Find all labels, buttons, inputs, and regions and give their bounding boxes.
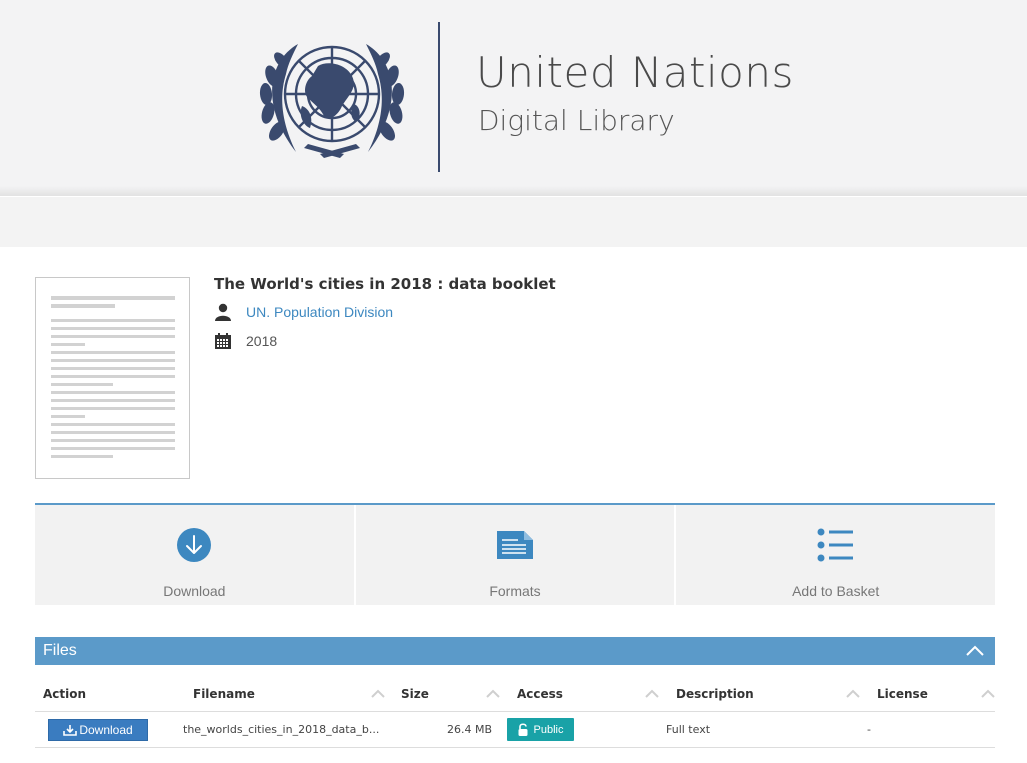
download-file-label: Download bbox=[79, 723, 133, 737]
sort-arrow-icon[interactable] bbox=[846, 688, 860, 698]
record-title: The World's cities in 2018 : data bookle… bbox=[214, 275, 556, 293]
file-license: - bbox=[867, 723, 871, 736]
access-label: Public bbox=[533, 723, 564, 736]
column-header-size[interactable]: Size bbox=[401, 687, 429, 701]
header-shadow bbox=[0, 186, 1027, 196]
files-section-header[interactable]: Files bbox=[35, 637, 995, 665]
record-thumbnail[interactable] bbox=[35, 277, 190, 479]
un-emblem-icon[interactable] bbox=[258, 36, 406, 158]
formats-action[interactable]: Formats bbox=[356, 505, 677, 605]
download-icon bbox=[63, 725, 78, 736]
file-size: 26.4 MB bbox=[447, 723, 493, 736]
file-name[interactable]: the_worlds_cities_in_2018_data_b... bbox=[183, 723, 379, 736]
files-table-header: Action Filename Size Access Description … bbox=[35, 682, 995, 712]
record-year: 2018 bbox=[246, 333, 278, 349]
download-action-label: Download bbox=[163, 583, 226, 599]
document-icon bbox=[497, 531, 533, 559]
table-row: Download the_worlds_cities_in_2018_data_… bbox=[35, 713, 995, 748]
site-header: United Nations Digital Library bbox=[0, 0, 1027, 196]
list-icon bbox=[817, 528, 853, 562]
sort-arrow-icon[interactable] bbox=[486, 688, 500, 698]
header-divider bbox=[438, 22, 440, 172]
column-header-filename[interactable]: Filename bbox=[193, 687, 255, 701]
chevron-up-icon[interactable] bbox=[965, 641, 985, 661]
author-link[interactable]: UN. Population Division bbox=[246, 304, 393, 320]
column-header-access[interactable]: Access bbox=[517, 687, 563, 701]
brand-subtitle: Digital Library bbox=[478, 104, 675, 137]
download-file-button[interactable]: Download bbox=[48, 719, 148, 741]
column-header-license[interactable]: License bbox=[877, 687, 928, 701]
sort-arrow-icon[interactable] bbox=[371, 688, 385, 698]
access-public-badge: Public bbox=[507, 718, 574, 741]
person-icon bbox=[215, 303, 231, 321]
file-description: Full text bbox=[666, 723, 711, 736]
column-header-action: Action bbox=[43, 687, 87, 701]
files-section-title: Files bbox=[43, 642, 77, 659]
column-header-description[interactable]: Description bbox=[676, 687, 754, 701]
record-author-row: UN. Population Division bbox=[214, 303, 393, 321]
download-action[interactable]: Download bbox=[35, 505, 356, 605]
navigation-band bbox=[0, 197, 1027, 247]
formats-action-label: Formats bbox=[489, 583, 541, 599]
record-year-row: 2018 bbox=[214, 332, 277, 350]
calendar-icon bbox=[215, 333, 231, 349]
brand-title: United Nations bbox=[476, 48, 794, 97]
download-circle-icon bbox=[177, 528, 212, 562]
add-to-basket-label: Add to Basket bbox=[792, 583, 880, 599]
add-to-basket-action[interactable]: Add to Basket bbox=[676, 505, 995, 605]
action-bar: Download Formats Add to Basket bbox=[35, 503, 995, 605]
sort-arrow-icon[interactable] bbox=[645, 688, 659, 698]
unlock-icon bbox=[518, 723, 528, 736]
sort-arrow-icon[interactable] bbox=[981, 688, 995, 698]
